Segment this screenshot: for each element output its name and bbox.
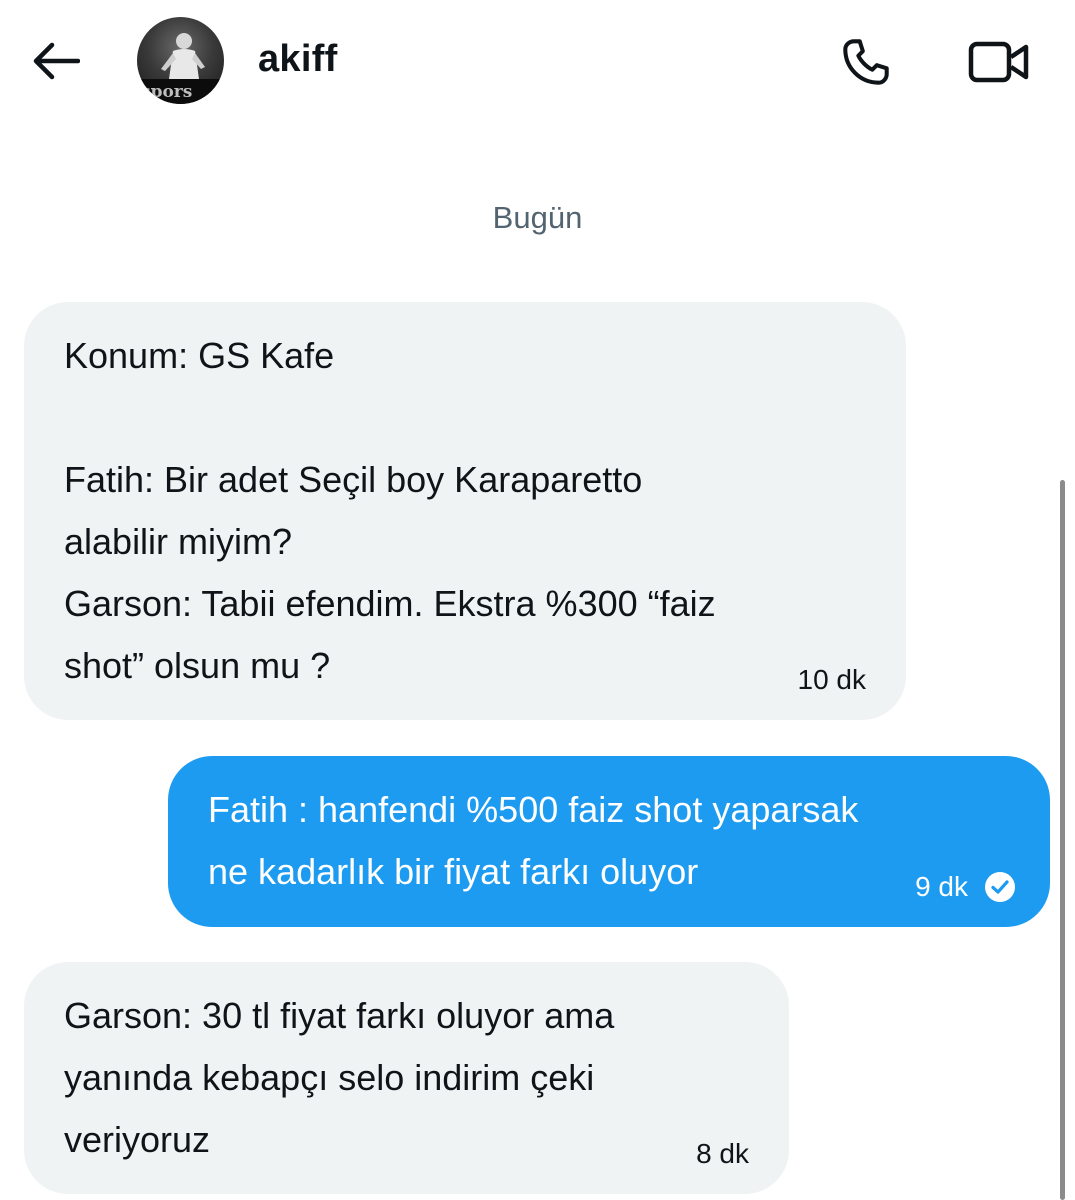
- message-timestamp: 8 dk: [696, 1138, 749, 1169]
- video-call-button[interactable]: [964, 34, 1034, 90]
- message-text: Fatih : hanfendi %500 faiz shot yaparsak…: [208, 789, 859, 892]
- voice-call-button[interactable]: [836, 32, 896, 92]
- back-button[interactable]: [28, 38, 82, 84]
- message-timestamp: 10 dk: [797, 664, 867, 695]
- scrollbar[interactable]: [1060, 480, 1065, 1200]
- conversation-header: spors akiff: [0, 0, 1075, 125]
- message-text: Garson: 30 tl fiyat farkı oluyor ama yan…: [64, 995, 615, 1160]
- arrow-left-icon: [33, 42, 80, 80]
- phone-icon: [843, 39, 889, 85]
- svg-text:spors: spors: [141, 82, 192, 102]
- message-timestamp: 9 dk: [915, 871, 968, 902]
- conversation-username[interactable]: akiff: [258, 38, 338, 81]
- message-text: Konum: GS Kafe Fatih: Bir adet Seçil boy…: [64, 335, 716, 686]
- message-bubble-incoming[interactable]: Garson: 30 tl fiyat farkı oluyor ama yan…: [24, 962, 789, 1194]
- check-circle-icon: [985, 872, 1015, 902]
- avatar[interactable]: spors: [137, 17, 224, 104]
- message-bubble-outgoing[interactable]: Fatih : hanfendi %500 faiz shot yaparsak…: [168, 756, 1050, 927]
- date-separator: Bugün: [492, 200, 583, 235]
- message-bubble-incoming[interactable]: Konum: GS Kafe Fatih: Bir adet Seçil boy…: [24, 302, 906, 720]
- video-camera-icon: [968, 41, 1029, 83]
